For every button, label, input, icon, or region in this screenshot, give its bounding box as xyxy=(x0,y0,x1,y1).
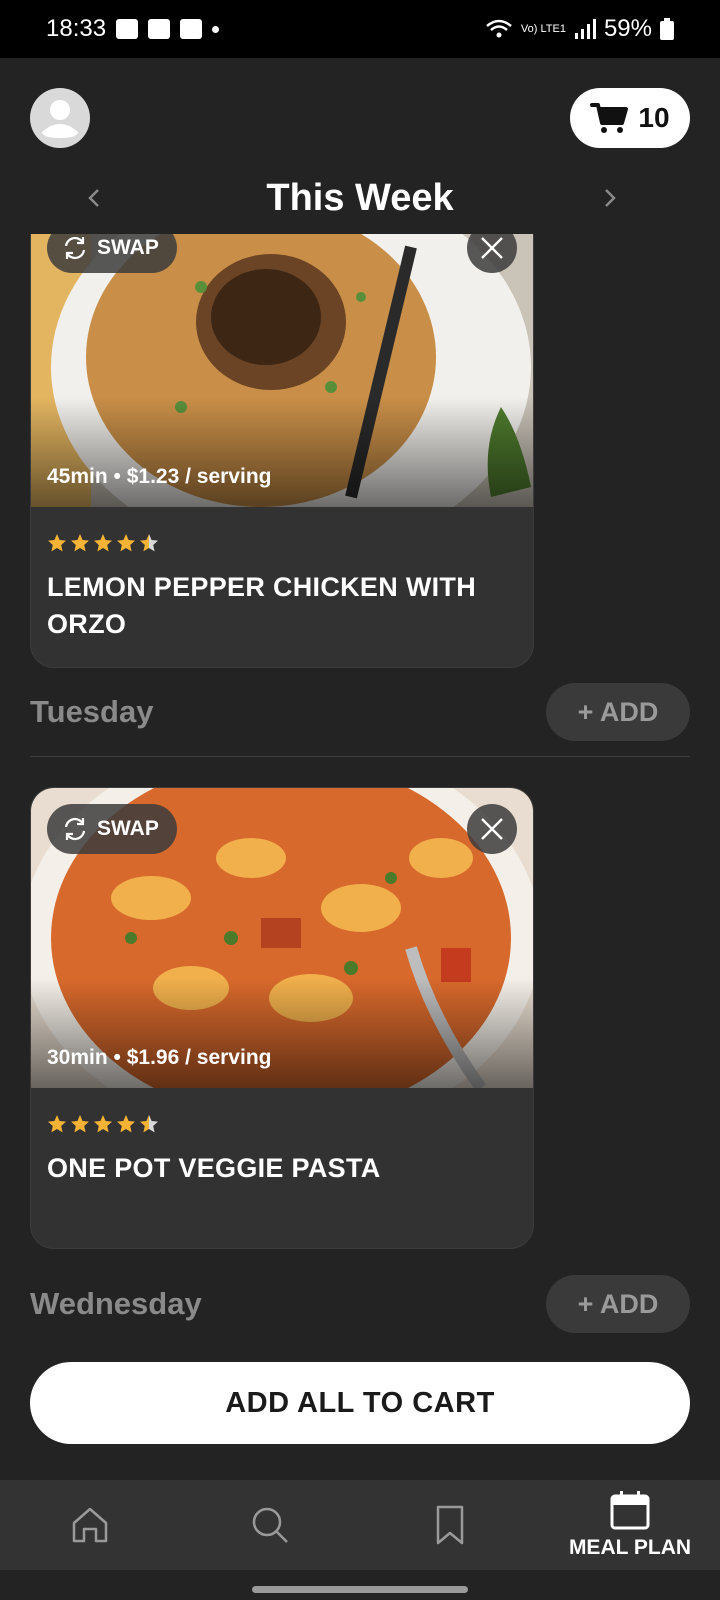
network-label: Vo) LTE1 xyxy=(520,22,566,35)
status-right: Vo) LTE1 59% xyxy=(485,15,674,43)
profile-avatar[interactable] xyxy=(30,88,90,148)
meal-title: LEMON PEPPER CHICKEN WITH ORZO xyxy=(47,572,477,639)
close-icon xyxy=(481,237,503,259)
star-icon xyxy=(94,1115,112,1133)
status-bar: 18:33 Vo) LTE1 59% xyxy=(0,0,720,58)
swap-label: SWAP xyxy=(97,236,159,259)
search-icon xyxy=(252,1507,288,1543)
next-week-chevron-icon[interactable] xyxy=(594,180,624,216)
star-icon xyxy=(140,534,158,552)
status-left: 18:33 xyxy=(46,15,220,43)
youtube-notification-icon xyxy=(180,19,203,39)
star-icon xyxy=(94,534,112,552)
nav-meal-plan-label: MEAL PLAN xyxy=(568,1536,692,1559)
star-icon xyxy=(48,534,66,552)
nav-search[interactable] xyxy=(180,1480,360,1570)
meal-plan-list[interactable]: SWAP 45min • $1.23 / serving LEMON PEPPE… xyxy=(0,234,720,1414)
app-screen: 10 This Week SWAP 45min • $1.23 / servin… xyxy=(0,58,720,1600)
close-icon xyxy=(481,818,503,840)
star-icon xyxy=(71,1115,89,1133)
week-navigator: This Week xyxy=(0,168,720,228)
battery-percent: 59% xyxy=(603,15,652,42)
day-row-tuesday: Tuesday + ADD xyxy=(30,682,690,742)
swap-label: SWAP xyxy=(97,817,159,840)
divider xyxy=(30,756,690,757)
user-icon xyxy=(42,100,78,138)
cart-count: 10 xyxy=(638,102,670,133)
status-time: 18:33 xyxy=(46,15,107,42)
day-row-wednesday: Wednesday + ADD xyxy=(30,1274,690,1334)
nav-meal-plan[interactable]: MEAL PLAN xyxy=(540,1480,720,1570)
nav-home[interactable] xyxy=(0,1480,180,1570)
system-nav-area xyxy=(0,1570,720,1600)
previous-week-chevron-icon[interactable] xyxy=(80,180,110,216)
add-all-to-cart-button[interactable]: ADD ALL TO CART xyxy=(30,1362,690,1444)
meal-title: ONE POT VEGGIE PASTA xyxy=(47,1153,381,1183)
meal-card-body: ONE POT VEGGIE PASTA xyxy=(31,1088,533,1248)
week-title: This Week xyxy=(266,176,454,219)
meal-photo: SWAP 30min • $1.96 / serving xyxy=(31,788,533,1088)
swap-icon xyxy=(64,236,86,260)
add-meal-button[interactable]: + ADD xyxy=(546,1275,690,1333)
meal-card-body: LEMON PEPPER CHICKEN WITH ORZO xyxy=(31,507,533,667)
calendar-icon xyxy=(610,1491,650,1530)
swap-button[interactable]: SWAP xyxy=(47,234,177,273)
gallery-notification-icon xyxy=(116,19,139,39)
remove-meal-button[interactable] xyxy=(467,804,517,854)
swap-icon xyxy=(64,817,86,841)
home-indicator[interactable] xyxy=(252,1586,468,1593)
cart-button[interactable]: 10 xyxy=(570,88,690,148)
nav-saved[interactable] xyxy=(360,1480,540,1570)
star-rating xyxy=(47,533,517,553)
star-icon xyxy=(117,1115,135,1133)
day-label: Wednesday xyxy=(30,1286,202,1321)
day-label: Tuesday xyxy=(30,694,154,729)
photo-gradient xyxy=(31,978,533,1088)
wifi-icon xyxy=(486,19,512,38)
signal-icon xyxy=(574,19,596,39)
star-icon xyxy=(140,1115,158,1133)
meal-card[interactable]: SWAP 45min • $1.23 / serving LEMON PEPPE… xyxy=(30,234,534,668)
meal-meta: 30min • $1.96 / serving xyxy=(47,1046,272,1069)
cart-icon xyxy=(590,103,629,133)
photo-gradient xyxy=(31,397,533,507)
star-icon xyxy=(71,534,89,552)
bottom-navigation: MEAL PLAN xyxy=(0,1480,720,1570)
star-rating xyxy=(47,1114,517,1134)
app-notification-icon xyxy=(148,19,171,39)
star-icon xyxy=(117,534,135,552)
meal-card[interactable]: SWAP 30min • $1.96 / serving ONE POT VEG… xyxy=(30,787,534,1249)
add-meal-button[interactable]: + ADD xyxy=(546,683,690,741)
meal-meta: 45min • $1.23 / serving xyxy=(47,465,272,488)
home-icon xyxy=(72,1507,108,1543)
bookmark-icon xyxy=(436,1505,464,1545)
star-icon xyxy=(48,1115,66,1133)
battery-icon xyxy=(660,18,674,40)
more-notifications-icon xyxy=(212,25,220,33)
meal-photo: SWAP 45min • $1.23 / serving xyxy=(31,234,533,507)
swap-button[interactable]: SWAP xyxy=(47,804,177,854)
